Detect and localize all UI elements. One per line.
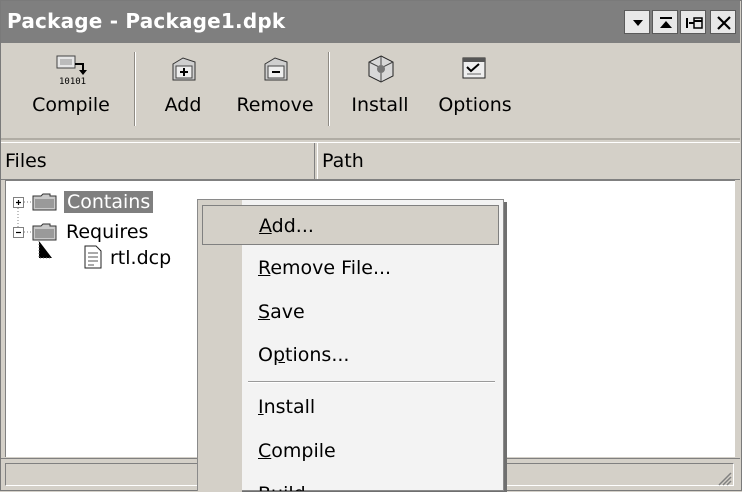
install-button[interactable]: Install (339, 48, 421, 128)
toolbar: 10101 Compile Add Remove Install Options (1, 44, 740, 140)
column-header: Files Path (1, 142, 740, 180)
folder-icon (32, 193, 57, 211)
dropdown-button[interactable] (624, 10, 650, 34)
column-files[interactable]: Files (1, 143, 315, 179)
menu-item-label: Remove File... (258, 257, 392, 279)
options-button[interactable]: Options (429, 48, 521, 128)
add-label: Add (164, 94, 202, 116)
options-label: Options (438, 94, 512, 116)
expand-contains-button[interactable] (13, 197, 24, 208)
tree-item-rtl-dcp[interactable]: rtl.dcp (110, 245, 198, 271)
menu-item-label: Save (258, 301, 305, 323)
remove-button[interactable]: Remove (229, 48, 321, 128)
svg-text:10101: 10101 (59, 77, 86, 87)
close-icon (717, 16, 731, 30)
add-package-icon (172, 57, 196, 81)
remove-package-icon (264, 57, 288, 81)
menu-item-install[interactable]: Install (202, 387, 499, 427)
toolbar-separator (134, 52, 136, 126)
menu-item-compile[interactable]: Compile (202, 431, 499, 471)
pin-button[interactable] (680, 10, 706, 34)
maximize-icon (660, 17, 672, 28)
menu-item-save[interactable]: Save (202, 292, 499, 332)
tree-item-label: Contains (64, 191, 154, 213)
resize-grip-icon[interactable] (713, 467, 733, 487)
menu-item-label: Compile (258, 440, 336, 462)
title-bar[interactable]: Package - Package1.dpk (1, 1, 740, 43)
folder-icon (32, 223, 57, 241)
tree-item-requires[interactable]: Requires (66, 219, 148, 245)
window-title: Package - Package1.dpk (7, 9, 286, 33)
options-icon (462, 57, 486, 79)
compile-label: Compile (32, 94, 110, 116)
menu-item-build[interactable]: Build (202, 474, 499, 491)
compile-button[interactable]: 10101 Compile (11, 48, 131, 128)
add-button[interactable]: Add (145, 48, 221, 128)
collapse-requires-button[interactable] (13, 227, 24, 238)
dropdown-icon (633, 20, 643, 26)
close-button[interactable] (710, 10, 736, 34)
menu-separator (248, 381, 495, 383)
maximize-button[interactable] (652, 10, 678, 34)
minus-icon (16, 231, 21, 234)
file-icon (84, 245, 102, 269)
compile-icon: 10101 (56, 55, 87, 87)
tree-item-contains[interactable]: Contains (64, 189, 154, 215)
install-label: Install (351, 94, 409, 116)
tree-item-label: rtl.dcp (110, 247, 172, 269)
install-icon (368, 55, 394, 83)
menu-item-add[interactable]: Add... (202, 205, 499, 245)
tree-item-label: Requires (66, 221, 149, 243)
toolbar-separator (328, 52, 330, 126)
plus-icon (16, 200, 21, 205)
menu-item-remove-file[interactable]: Remove File... (202, 248, 499, 288)
pin-icon (686, 17, 703, 29)
context-menu: Add... Remove File... Save Options... In… (197, 199, 504, 492)
column-path[interactable]: Path (317, 143, 737, 179)
menu-item-label: Add... (259, 215, 314, 237)
remove-label: Remove (236, 94, 314, 116)
menu-item-label: Install (258, 396, 316, 418)
menu-item-label: Options... (258, 344, 350, 366)
menu-item-options[interactable]: Options... (202, 335, 499, 375)
menu-item-label: Build (258, 474, 306, 491)
